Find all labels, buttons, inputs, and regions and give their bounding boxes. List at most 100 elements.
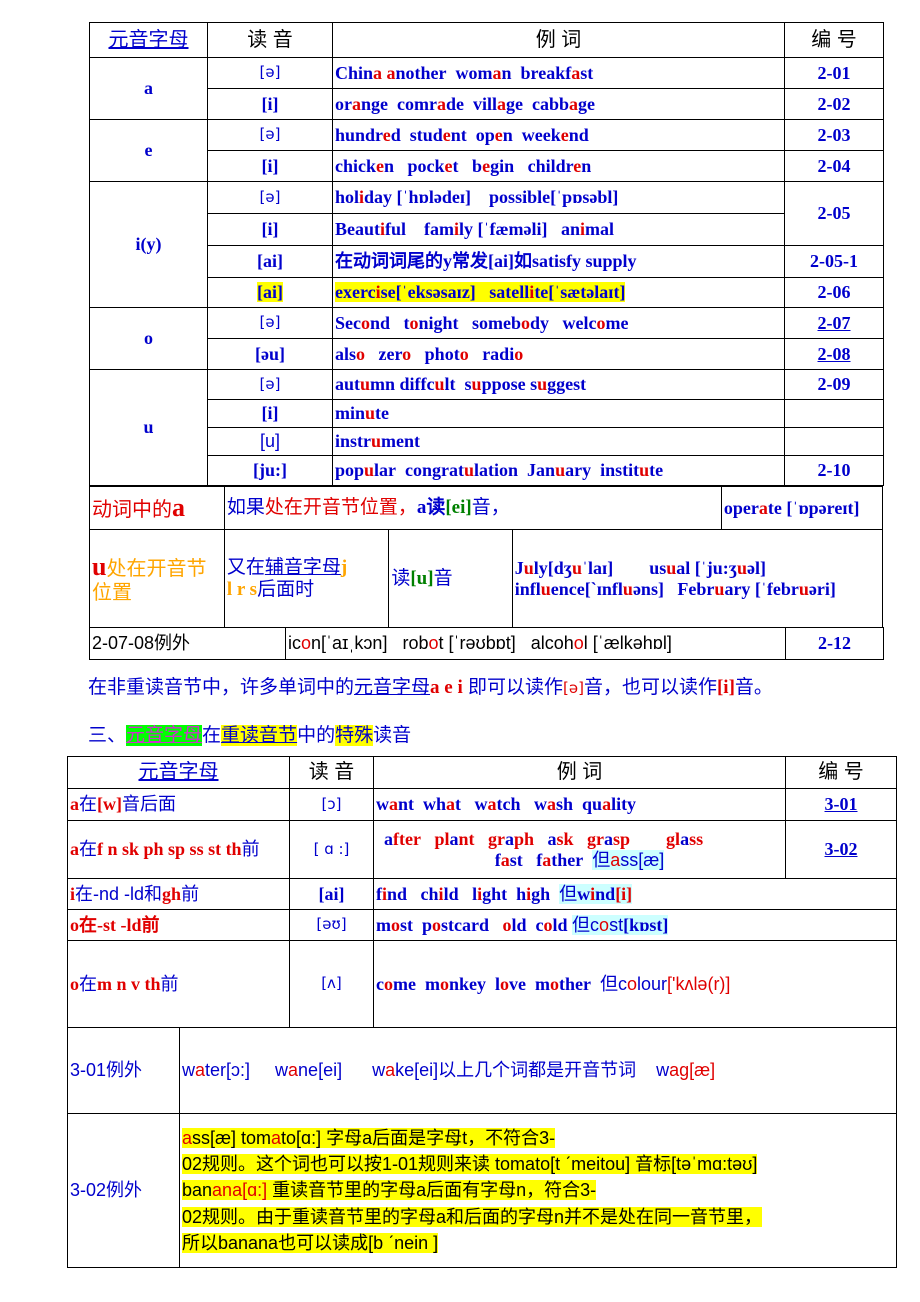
highlight-letter: o (596, 312, 606, 333)
u-open-examples: July[dʒuˈlaɪ] usual [ˈju:ʒuəl] influence… (511, 529, 884, 628)
word-segment: ful fam (385, 219, 455, 240)
sound-cell: [ə] (207, 307, 333, 339)
word-segment: l [ˈælkəhɒl] (583, 633, 672, 654)
highlight-letter: a (492, 62, 502, 83)
examples-cell: Second tonight somebody welcome (332, 307, 785, 339)
word-segment: nd ch (387, 883, 439, 904)
number-cell[interactable]: 2-08 (784, 338, 884, 370)
highlight-letter: a (569, 93, 578, 114)
word-segment: w (376, 794, 389, 815)
number-link[interactable]: 2-08 (818, 344, 851, 364)
u-open-sound: 读[u]音 (388, 529, 513, 628)
number-cell: 2-12 (785, 627, 884, 660)
examples-cell: instrument (332, 427, 785, 456)
table-row: [ai] exercise[ˈeksəsaɪz] satellite[ˈsætə… (90, 277, 884, 308)
exception-text: water[ɔ:] wane[ei] wake[ei]以上几个词都是开音节词 w… (179, 1027, 897, 1114)
highlight-letter: u (523, 557, 534, 578)
word-segment: ld (552, 914, 573, 935)
word-segment: stcard (441, 914, 503, 935)
highlight-letter: e (376, 155, 385, 176)
number-cell: 2-03 (784, 119, 884, 151)
rule-cell: a在[w]音后面 (67, 788, 290, 821)
highlight-letter: ss (689, 828, 704, 849)
sound-cell: [i] (207, 213, 333, 246)
word-segment: gh (531, 883, 560, 904)
highlight-letter: a (195, 1060, 206, 1081)
consonant-link[interactable]: 辅音字母 (265, 557, 341, 578)
highlight-letter: u (471, 374, 482, 395)
highlight-letter: a (352, 93, 361, 114)
exception-label: 3-01例外 (67, 1027, 180, 1114)
table-row: [ju:] popular congratulation January ins… (90, 455, 884, 486)
vowel-link[interactable]: 元音字母 (126, 725, 203, 746)
highlight-letter: o (573, 633, 584, 654)
exception-label: 2-07-08例外 (89, 627, 286, 660)
word-segment: n week (502, 124, 561, 145)
exception-2-07-08-table: 2-07-08例外 icon[ˈaɪˌkɔn] robot [ˈrəʊbɒt] … (89, 627, 884, 660)
word-segment: ter[ɔ:] w (205, 1060, 289, 1081)
highlight-letter: o (502, 914, 512, 935)
highlight-letter: o (514, 343, 524, 364)
highlight-letter: nt gr (458, 828, 505, 849)
highlight-letter: a (542, 849, 552, 870)
number-cell: 2-01 (784, 57, 884, 89)
number-link[interactable]: 2-07 (818, 313, 851, 333)
header-letter[interactable]: 元音字母 (89, 22, 208, 58)
word-segment: st p (400, 914, 433, 935)
table-row: i在-nd -ld和gh前 [ai] find child light high… (67, 878, 897, 910)
word-segment: me (605, 312, 629, 333)
number-link[interactable]: 3-02 (825, 839, 858, 859)
highlight-letter: u (537, 374, 548, 395)
examples-cell: most postcard old cold 但cost[kɒst] (373, 909, 897, 941)
table-row: [i] minute (90, 399, 884, 428)
word-segment: ght h (482, 883, 527, 904)
number-cell: 2-05 (784, 181, 884, 246)
highlight-letter: ph (513, 828, 548, 849)
table-row: e [ə] hundred student open weekend 2-03 (89, 119, 884, 182)
word-segment: tch w (496, 794, 548, 815)
highlight-letter: a (497, 93, 506, 114)
sound-cell: [i] (207, 150, 333, 182)
word-segment: nt op (450, 124, 495, 145)
highlight-letter: e (442, 124, 451, 145)
letter-cell: i(y) (89, 181, 208, 308)
sound-cell: [ ɑ :] (289, 820, 374, 879)
special-rules-table: 动词中的a 如果处在开音节位置，a读[ei]音， operate [ˈɒpəre… (89, 486, 884, 628)
word-segment: n (581, 155, 592, 176)
highlight-letter: a (288, 1060, 299, 1081)
word-segment: lity (611, 794, 637, 815)
word-segment: ary [ˈfebr (724, 578, 799, 599)
number-cell[interactable]: 3-02 (785, 820, 897, 879)
sound-cell: [əʊ] (289, 909, 374, 941)
rule-cell: o在-st -ld前 (67, 909, 290, 941)
word-segment: ther (551, 849, 593, 870)
word-segment: st f (509, 849, 543, 870)
highlight-letter: a (547, 794, 557, 815)
stressed-syllable-link[interactable]: 重读音节 (221, 725, 298, 746)
number-cell (784, 427, 884, 456)
number-cell: 2-05-1 (784, 245, 884, 278)
word-segment: a (384, 828, 393, 849)
number-cell[interactable]: 2-07 (784, 307, 884, 339)
highlight-letter: a (386, 62, 396, 83)
exception-row: 2-07-08例外 icon[ˈaɪˌkɔn] robot [ˈrəʊbɒt] … (89, 627, 884, 660)
examples-cell: hundred student open weekend (332, 119, 785, 151)
section-heading: 三、元音字母在重读音节中的特殊读音 (88, 725, 412, 746)
number-link[interactable]: 3-01 (825, 794, 858, 814)
highlight-letter: u (572, 557, 583, 578)
number-cell[interactable]: 3-01 (785, 788, 897, 821)
number-cell: 2-06 (784, 277, 884, 308)
highlight-letter: o (428, 633, 439, 654)
header-letter[interactable]: 元音字母 (67, 756, 290, 789)
sound-cell: [ai] (207, 245, 333, 278)
table-row: o在m n v th前 [ʌ] come monkey love mother … (67, 940, 897, 1028)
highlight-letter: o (301, 633, 312, 654)
word-segment: əns] Febr (632, 578, 715, 599)
sound-cell: [ə] (207, 119, 333, 151)
highlight-letter: a (602, 794, 612, 815)
letter-cell: o (89, 307, 208, 370)
vowel-link[interactable]: 元音字母 (354, 677, 430, 698)
highlight-letter: o (391, 914, 400, 935)
word-segment: st (580, 62, 594, 83)
examples-cell: Beautiful family [ˈfæməli] animal (332, 213, 785, 246)
